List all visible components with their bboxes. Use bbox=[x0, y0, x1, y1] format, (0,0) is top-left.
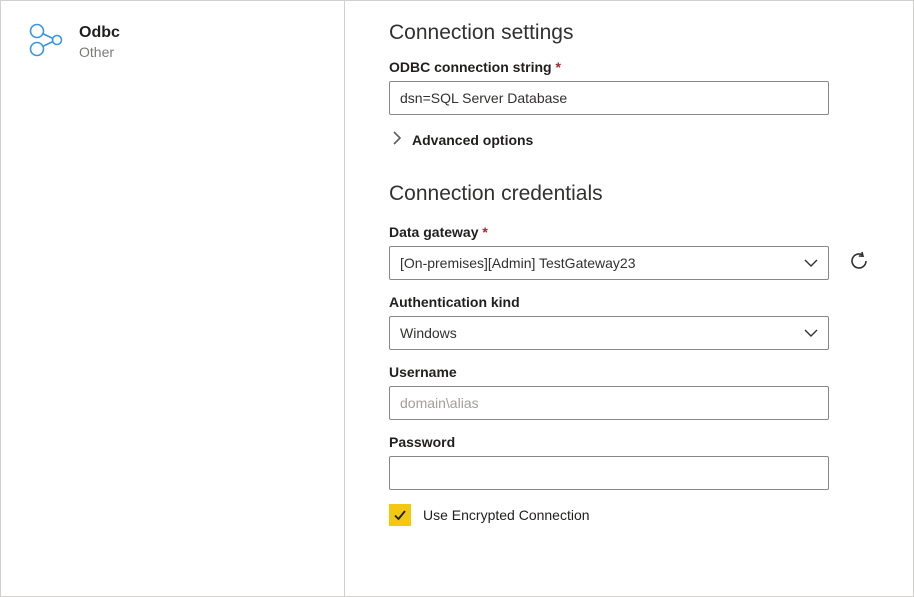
connector-meta: Odbc Other bbox=[79, 21, 120, 576]
auth-kind-field: Authentication kind Windows bbox=[389, 294, 873, 350]
data-gateway-field: Data gateway * [On-premises][Admin] Test… bbox=[389, 224, 873, 280]
refresh-icon bbox=[848, 250, 870, 277]
data-gateway-select[interactable]: [On-premises][Admin] TestGateway23 bbox=[389, 246, 829, 280]
chevron-down-icon bbox=[804, 325, 818, 341]
encrypted-connection-label: Use Encrypted Connection bbox=[423, 507, 590, 523]
check-icon bbox=[392, 507, 408, 523]
required-marker: * bbox=[482, 224, 487, 240]
data-gateway-label-text: Data gateway bbox=[389, 224, 478, 240]
auth-kind-value: Windows bbox=[400, 325, 457, 341]
username-input[interactable] bbox=[389, 386, 829, 420]
main-panel: Connection settings ODBC connection stri… bbox=[345, 1, 913, 596]
required-marker: * bbox=[555, 59, 560, 75]
connection-string-field: ODBC connection string * bbox=[389, 59, 873, 115]
encrypted-connection-row: Use Encrypted Connection bbox=[389, 504, 873, 526]
settings-heading: Connection settings bbox=[389, 21, 873, 45]
connector-subtitle: Other bbox=[79, 44, 120, 60]
username-label: Username bbox=[389, 364, 873, 380]
auth-kind-select[interactable]: Windows bbox=[389, 316, 829, 350]
connector-sidebar: Odbc Other bbox=[1, 1, 345, 596]
connection-string-input[interactable] bbox=[389, 81, 829, 115]
odbc-icon bbox=[27, 21, 65, 576]
password-field: Password bbox=[389, 434, 873, 490]
encrypted-connection-checkbox[interactable] bbox=[389, 504, 411, 526]
advanced-options-label: Advanced options bbox=[412, 132, 533, 148]
connector-title: Odbc bbox=[79, 23, 120, 42]
password-label: Password bbox=[389, 434, 873, 450]
chevron-down-icon bbox=[804, 255, 818, 271]
connection-string-label-text: ODBC connection string bbox=[389, 59, 552, 75]
connection-dialog: Odbc Other Connection settings ODBC conn… bbox=[0, 0, 914, 597]
data-gateway-value: [On-premises][Admin] TestGateway23 bbox=[400, 255, 636, 271]
chevron-right-icon bbox=[393, 131, 402, 148]
username-field: Username bbox=[389, 364, 873, 420]
auth-kind-label: Authentication kind bbox=[389, 294, 873, 310]
refresh-gateway-button[interactable] bbox=[845, 249, 873, 277]
credentials-heading: Connection credentials bbox=[389, 182, 873, 206]
data-gateway-label: Data gateway * bbox=[389, 224, 873, 240]
advanced-options-toggle[interactable]: Advanced options bbox=[389, 131, 873, 148]
password-input[interactable] bbox=[389, 456, 829, 490]
connection-string-label: ODBC connection string * bbox=[389, 59, 873, 75]
